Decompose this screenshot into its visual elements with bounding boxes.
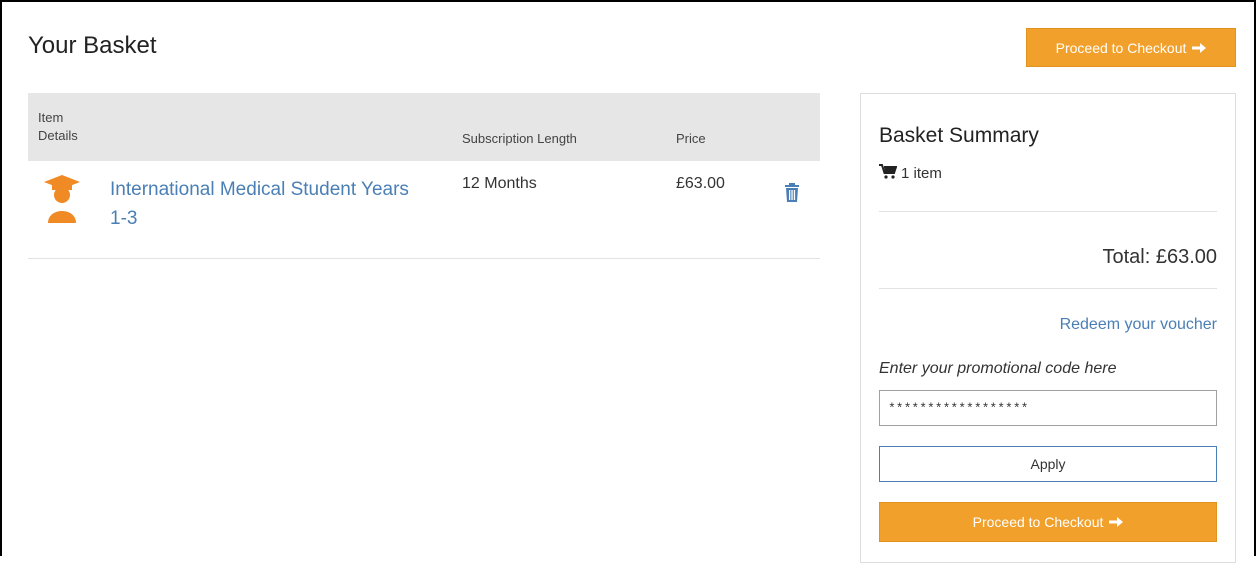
promo-code-label: Enter your promotional code here [879,360,1117,377]
summary-proceed-to-checkout-button[interactable]: Proceed to Checkout [879,502,1217,542]
top-proceed-to-checkout-button[interactable]: Proceed to Checkout [1026,28,1236,67]
checkout-button-label: Proceed to Checkout [1055,39,1187,56]
table-row: International Medical Student Years 1-3 … [28,161,820,259]
summary-divider [879,288,1217,289]
promo-code-input[interactable] [879,390,1217,426]
column-header-subscription-length: Subscription Length [462,131,577,146]
basket-table: Item Details Subscription Length Price In… [28,93,820,259]
column-header-price: Price [676,131,706,146]
summary-title: Basket Summary [879,124,1039,147]
column-header-item-details-line2: Details [38,128,78,143]
table-header: Item Details Subscription Length Price [28,93,820,161]
arrow-right-icon [1109,516,1124,528]
summary-divider [879,211,1217,212]
item-count: 1 item [879,164,942,183]
total-value: £63.00 [1155,246,1217,268]
basket-total: Total: £63.00 [1102,246,1217,269]
column-header-item-details-line1: Item [38,110,64,125]
shopping-cart-icon [879,164,898,183]
product-name-link[interactable]: International Medical Student Years 1-3 [110,175,430,233]
trash-icon[interactable] [784,183,800,203]
checkout-button-label: Proceed to Checkout [972,514,1104,530]
apply-button[interactable]: Apply [879,446,1217,482]
redeem-voucher-link[interactable]: Redeem your voucher [1060,316,1217,334]
subscription-length-value: 12 Months [462,175,537,192]
graduate-student-icon [42,173,82,229]
column-header-item-details: Item Details [38,109,98,145]
basket-page: Your Basket Proceed to Checkout Item Deta… [0,0,1256,563]
total-label: Total: [1102,246,1151,268]
item-count-text: 1 item [901,165,942,182]
basket-summary-panel: Basket Summary 1 item Total: £63.00 Rede… [860,93,1236,563]
arrow-right-icon [1192,42,1207,54]
price-value: £63.00 [676,175,725,192]
page-title: Your Basket [28,32,157,59]
